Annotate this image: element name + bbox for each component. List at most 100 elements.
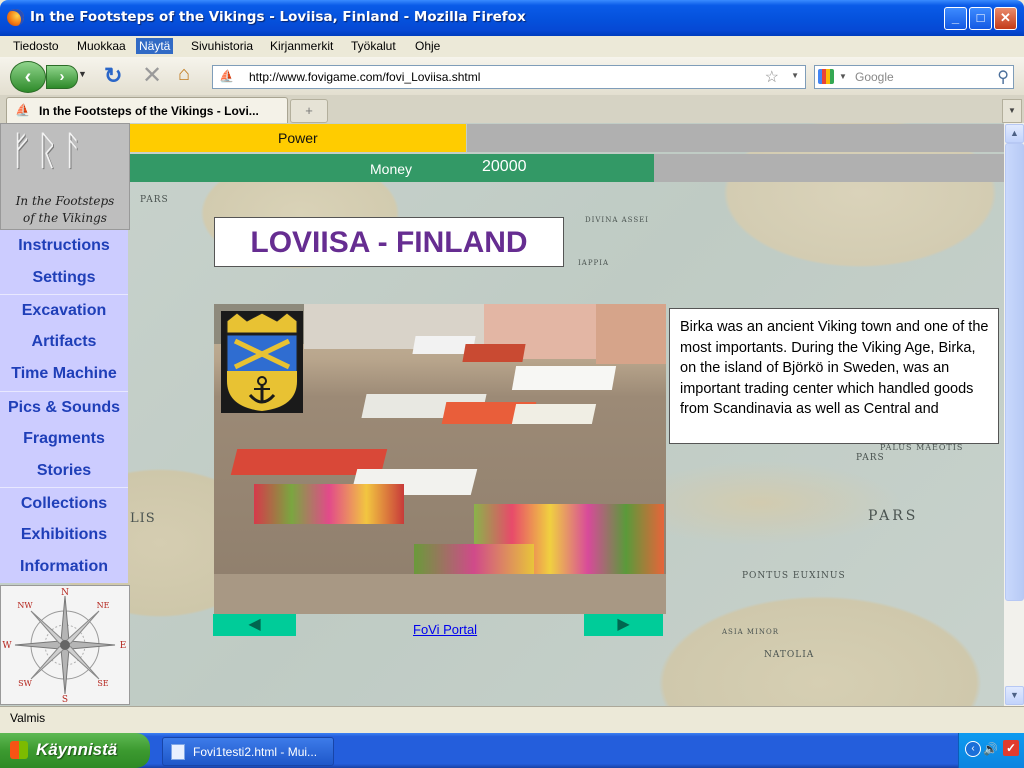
history-dropdown-icon[interactable]: ▼ [78, 69, 87, 79]
location-title-box: LOVIISA - FINLAND [214, 217, 564, 267]
compass-s: S [62, 695, 68, 704]
tabs-list-dropdown-icon[interactable]: ▼ [1002, 99, 1022, 123]
money-label: Money [370, 161, 413, 177]
url-dropdown-icon[interactable]: ▼ [791, 71, 799, 80]
location-title: LOVIISA - FINLAND [250, 226, 528, 259]
next-arrow-button[interactable]: ▶ [584, 614, 663, 636]
nav-excavation[interactable]: Excavation [0, 294, 128, 327]
location-photo [214, 304, 666, 614]
status-bar: Valmis [0, 706, 1024, 729]
tray-volume-icon[interactable]: 🔊 [983, 742, 998, 756]
system-tray: ‹ 🔊 ✓ [958, 733, 1024, 768]
search-bar[interactable]: ▼ Google ⚲ [814, 65, 1014, 89]
back-button[interactable]: ‹ [10, 61, 46, 93]
fovi-portal-link[interactable]: FoVi Portal [413, 622, 477, 637]
photo-stall [511, 404, 597, 424]
nav-collections[interactable]: Collections [0, 487, 128, 520]
menu-view[interactable]: Näytä [136, 38, 174, 54]
photo-flowers [254, 484, 404, 524]
nav-stories[interactable]: Stories [0, 455, 128, 487]
map-label: PARS [868, 508, 919, 524]
scroll-up-icon[interactable]: ▲ [1005, 124, 1024, 143]
site-favicon-icon: ⛵ [219, 69, 234, 83]
nav-time-machine[interactable]: Time Machine [0, 358, 128, 390]
nav-exhibitions[interactable]: Exhibitions [0, 519, 128, 551]
map-label: IAPPIA [578, 259, 610, 267]
tab-strip: ⛵ In the Footsteps of the Vikings - Lovi… [0, 95, 1024, 124]
firefox-icon [7, 9, 24, 26]
nav-settings[interactable]: Settings [0, 262, 128, 294]
home-icon[interactable]: ⌂ [178, 63, 190, 86]
tab-active[interactable]: ⛵ In the Footsteps of the Vikings - Lovi… [6, 97, 288, 124]
compass-w: W [2, 641, 12, 651]
map-label: DIVINA ASSEI [585, 216, 650, 224]
menu-file[interactable]: Tiedosto [10, 38, 62, 54]
new-tab-button[interactable]: + [290, 99, 328, 123]
description-text: Birka was an ancient Viking town and one… [680, 319, 989, 417]
taskbar-item-label: Fovi1testi2.html - Mui... [193, 745, 318, 759]
nav-information[interactable]: Information [0, 551, 128, 583]
close-button[interactable]: ✕ [994, 7, 1017, 30]
game-logo[interactable]: ᚠᚱᚨ In the Footsteps of the Vikings [0, 123, 130, 230]
menu-bookmarks[interactable]: Kirjanmerkit [267, 38, 336, 54]
side-navigation: Instructions Settings Excavation Artifac… [0, 230, 128, 583]
menu-help[interactable]: Ohje [412, 38, 443, 54]
compass-sw: SW [18, 679, 32, 688]
start-button[interactable]: Käynnistä [0, 733, 150, 768]
window-titlebar[interactable]: In the Footsteps of the Vikings - Loviis… [0, 0, 1024, 36]
navigation-toolbar: ‹ › ▼ ↻ ✕ ⌂ ⛵ http://www.fovigame.com/fo… [0, 57, 1024, 95]
power-label: Power [278, 130, 318, 146]
loviisa-coat-of-arms-icon [221, 311, 303, 413]
search-icon[interactable]: ⚲ [997, 67, 1009, 87]
bookmark-star-icon[interactable]: ☆ [765, 67, 779, 87]
url-text: http://www.fovigame.com/fovi_Loviisa.sht… [249, 70, 481, 84]
compass-e: E [120, 641, 127, 651]
compass-ne: NE [97, 601, 110, 610]
tray-arrow-icon[interactable]: ‹ [965, 741, 981, 757]
nav-fragments[interactable]: Fragments [0, 423, 128, 455]
photo-stall [462, 344, 526, 362]
photo-stall [511, 366, 617, 390]
reload-icon[interactable]: ↻ [104, 63, 122, 89]
compass-se: SE [97, 679, 108, 688]
nav-pics-sounds[interactable]: Pics & Sounds [0, 391, 128, 424]
compass-n: N [61, 588, 69, 598]
taskbar-item[interactable]: Fovi1testi2.html - Mui... [162, 737, 334, 766]
status-text: Valmis [10, 711, 46, 725]
photo-building [596, 304, 666, 364]
menu-bar: Tiedosto Muokkaa Näytä Sivuhistoria Kirj… [0, 36, 1024, 57]
menu-edit[interactable]: Muokkaa [74, 38, 129, 54]
google-engine-icon[interactable] [818, 69, 834, 84]
nav-artifacts[interactable]: Artifacts [0, 326, 128, 358]
taskbar: Käynnistä Fovi1testi2.html - Mui... ‹ 🔊 … [0, 733, 1024, 768]
tab-favicon-icon: ⛵ [15, 103, 30, 117]
scroll-down-icon[interactable]: ▼ [1005, 686, 1024, 705]
window-title: In the Footsteps of the Vikings - Loviis… [30, 9, 526, 25]
menu-tools[interactable]: Työkalut [348, 38, 399, 54]
search-engine-dropdown-icon[interactable]: ▼ [839, 72, 847, 81]
compass-rose-icon: N S W E NW NE SW SE [2, 588, 127, 705]
url-bar[interactable]: ⛵ http://www.fovigame.com/fovi_Loviisa.s… [212, 65, 806, 89]
previous-arrow-button[interactable]: ◀ [213, 614, 296, 636]
map-label: PONTUS EUXINUS [742, 571, 846, 581]
stop-icon[interactable]: ✕ [142, 61, 162, 90]
map-label: ASIA MINOR [722, 628, 779, 636]
menu-history[interactable]: Sivuhistoria [188, 38, 256, 54]
minimize-button[interactable]: _ [944, 7, 967, 30]
tray-app-icon[interactable]: ✓ [1003, 740, 1019, 756]
maximize-button[interactable]: □ [969, 7, 992, 30]
start-label: Käynnistä [36, 740, 118, 759]
search-placeholder: Google [855, 70, 894, 84]
money-bar-empty [654, 154, 1004, 182]
forward-button[interactable]: › [46, 65, 78, 89]
logo-text-line1: In the Footsteps [15, 194, 115, 208]
map-label: PALUS MAEOTIS [880, 443, 964, 452]
map-label: NATOLIA [764, 650, 815, 660]
tab-title: In the Footsteps of the Vikings - Lovi..… [39, 104, 259, 118]
vertical-scrollbar[interactable]: ▲ ▼ [1004, 123, 1024, 706]
nav-instructions[interactable]: Instructions [0, 230, 128, 262]
logo-text-line2: of the Vikings [23, 211, 107, 225]
logo-runes: ᚠᚱᚨ [9, 128, 87, 174]
scrollbar-thumb[interactable] [1005, 143, 1024, 601]
money-bar: Money 20000 [130, 154, 654, 182]
